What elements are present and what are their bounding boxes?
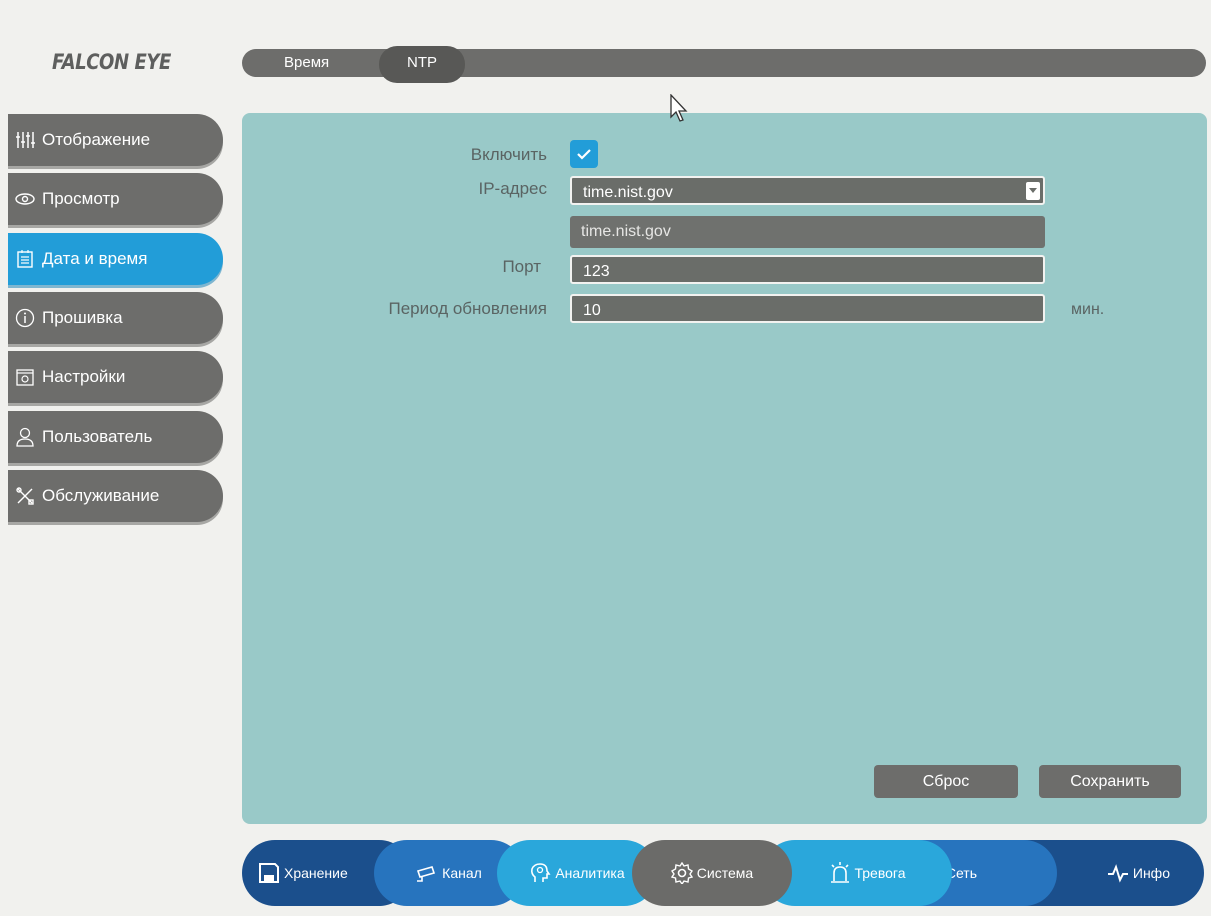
sidebar-item-user[interactable]: Пользователь <box>8 411 223 463</box>
calendar-icon <box>14 248 36 270</box>
sidebar-item-label: Обслуживание <box>42 486 160 505</box>
sidebar-item-view[interactable]: Просмотр <box>8 173 223 225</box>
ntp-settings-panel: Включить IP-адрес time.nist.gov time.nis… <box>242 113 1207 824</box>
sidebar-item-label: Настройки <box>42 367 126 386</box>
sidebar-item-label: Просмотр <box>42 189 120 208</box>
update-period-unit: мин. <box>1071 301 1105 318</box>
sidebar-item-label: Дата и время <box>42 249 148 268</box>
nav-analytics-label: Аналитика <box>555 865 625 881</box>
update-period-field[interactable]: 10 <box>570 294 1045 323</box>
nav-system[interactable]: Система <box>632 840 792 906</box>
sidebar-item-label: Прошивка <box>42 308 123 327</box>
enable-checkbox[interactable] <box>570 140 598 168</box>
sidebar-item-label: Отображение <box>42 130 151 149</box>
ip-address-option[interactable]: time.nist.gov <box>570 216 1045 248</box>
top-tab-bar: Время NTP <box>242 46 1206 83</box>
nav-alarm-label: Тревога <box>854 865 906 881</box>
camera-icon <box>417 866 436 882</box>
check-icon <box>577 149 591 160</box>
sidebar-item-maintenance[interactable]: Обслуживание <box>8 470 223 522</box>
mouse-cursor-icon <box>670 94 688 122</box>
sidebar-item-label: Пользователь <box>42 427 153 446</box>
falcon-eye-logo: FALCON EYE <box>52 50 171 74</box>
tools-icon <box>14 485 36 507</box>
tab-time[interactable]: Время <box>262 49 382 77</box>
nav-storage-label: Хранение <box>284 865 348 881</box>
settings-box-icon <box>14 366 36 388</box>
ip-address-label: IP-адрес <box>478 179 547 198</box>
gear-icon <box>670 862 693 884</box>
brain-icon <box>531 863 551 882</box>
bottom-navigation: Хранение Инфо Канал Сеть Аналитика Трево… <box>242 840 1204 906</box>
sidebar-item-display[interactable]: Отображение <box>8 114 223 166</box>
ip-address-select[interactable]: time.nist.gov <box>570 176 1045 205</box>
user-icon <box>14 426 36 448</box>
nav-info-label: Инфо <box>1132 865 1170 881</box>
save-button[interactable]: Сохранить <box>1039 765 1181 798</box>
sidebar-item-datetime[interactable]: Дата и время <box>8 233 223 285</box>
sliders-icon <box>14 129 36 151</box>
alarm-icon <box>830 862 849 883</box>
reset-button[interactable]: Сброс <box>874 765 1018 798</box>
eye-icon <box>14 188 36 210</box>
nav-system-label: Система <box>696 865 754 881</box>
ip-address-value: time.nist.gov <box>583 184 673 201</box>
save-icon <box>259 863 279 883</box>
sidebar-item-firmware[interactable]: Прошивка <box>8 292 223 344</box>
port-field[interactable]: 123 <box>570 255 1045 284</box>
enable-label: Включить <box>470 145 547 164</box>
tab-ntp[interactable]: NTP <box>379 46 465 83</box>
nav-channel-label: Канал <box>442 865 482 881</box>
pulse-icon <box>1107 864 1128 883</box>
info-icon <box>14 307 36 329</box>
sidebar-item-settings[interactable]: Настройки <box>8 351 223 403</box>
chevron-down-icon[interactable] <box>1026 182 1040 200</box>
port-label: Порт <box>502 257 541 276</box>
update-period-label: Период обновления <box>388 299 548 318</box>
